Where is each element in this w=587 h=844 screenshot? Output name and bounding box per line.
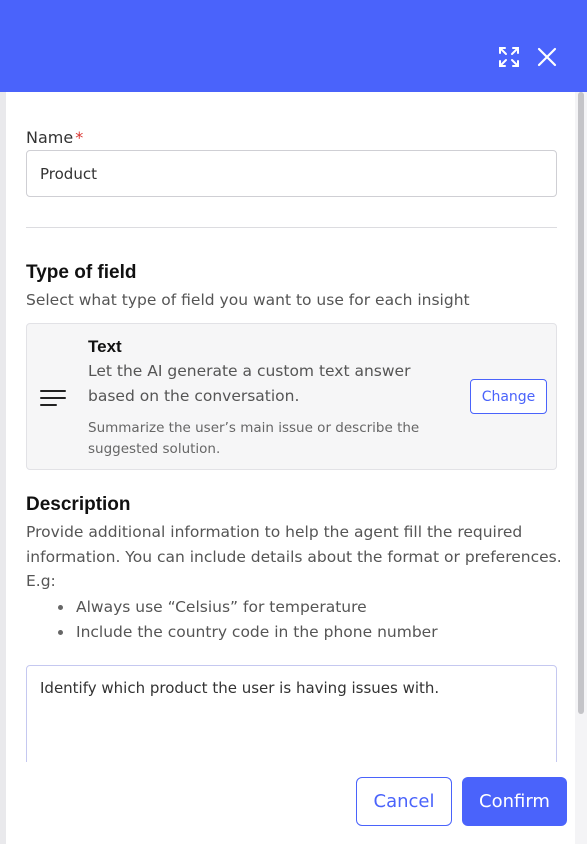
field-type-title: Text (88, 337, 122, 356)
field-type-hint: Summarize the user’s main issue or descr… (88, 420, 420, 457)
modal-header (0, 0, 587, 92)
field-type-description: Let the AI generate a custom text answer… (88, 362, 411, 405)
modal-footer: Cancel Confirm (6, 762, 575, 844)
cancel-button[interactable]: Cancel (356, 777, 452, 826)
list-item: Always use “Celsius” for temperature (56, 595, 438, 620)
description-help-text: Provide additional information to help t… (26, 523, 562, 590)
type-section-subtitle: Select what type of field you want to us… (26, 291, 470, 309)
field-type-card: Text Let the AI generate a custom text a… (26, 323, 557, 470)
confirm-button[interactable]: Confirm (462, 777, 567, 826)
modal-body: Name* Type of field Select what type of … (6, 92, 575, 844)
close-button[interactable] (534, 44, 560, 70)
description-examples: Always use “Celsius” for temperature Inc… (56, 595, 438, 645)
change-button[interactable]: Change (470, 379, 547, 414)
text-lines-icon (40, 390, 66, 406)
description-textarea[interactable]: Identify which product the user is havin… (26, 665, 557, 775)
divider (26, 227, 557, 228)
required-marker: * (75, 128, 84, 147)
description-title: Description (26, 494, 131, 515)
expand-button[interactable] (496, 44, 522, 70)
name-label: Name * (26, 128, 83, 147)
name-label-text: Name (26, 128, 74, 147)
type-section-title: Type of field (26, 262, 137, 283)
scrollbar-thumb[interactable] (578, 92, 584, 714)
expand-icon (499, 47, 519, 67)
name-input[interactable] (26, 150, 557, 197)
list-item: Include the country code in the phone nu… (56, 620, 438, 645)
close-icon (537, 47, 557, 67)
